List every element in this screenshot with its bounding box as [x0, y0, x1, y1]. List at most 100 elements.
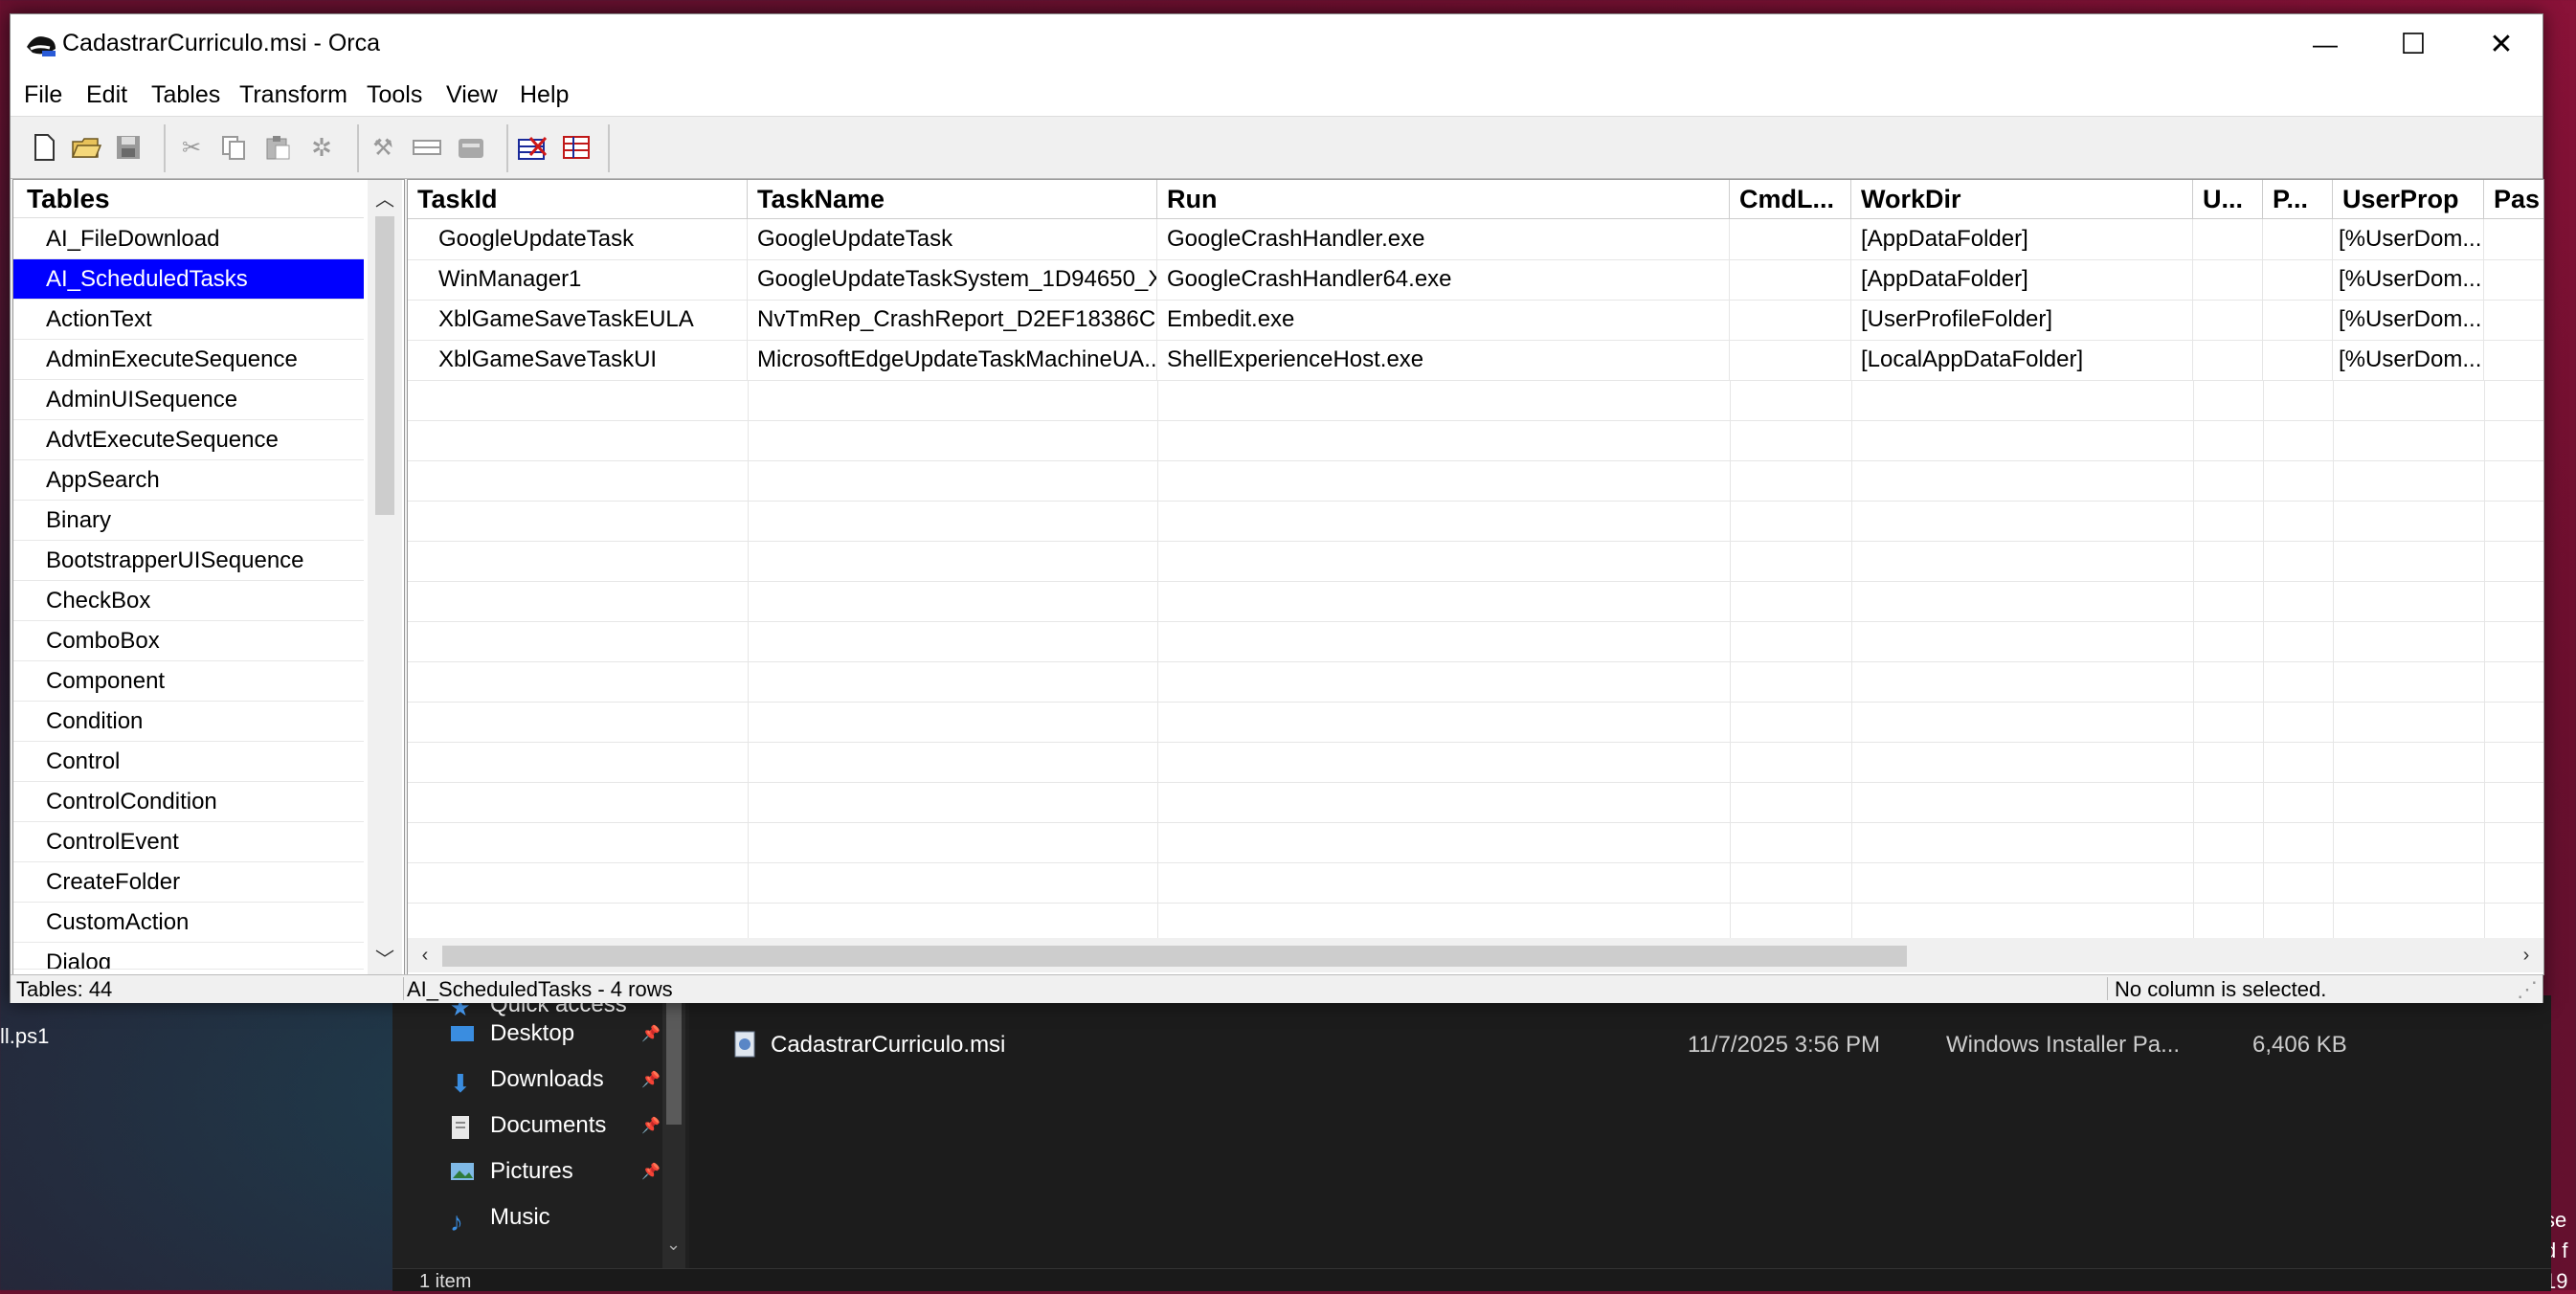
scroll-down-icon[interactable]: ﹀ [368, 940, 402, 974]
export-icon[interactable] [455, 132, 487, 163]
nav-item-music[interactable]: ♪ Music [450, 1198, 661, 1237]
desktop-file-label[interactable]: ll.ps1 [0, 1024, 49, 1049]
table-list-item[interactable]: CustomAction [13, 903, 364, 943]
delete-icon[interactable]: ✲ [305, 132, 338, 163]
maximize-button[interactable]: ☐ [2369, 14, 2457, 74]
table-list-item[interactable]: Condition [13, 702, 364, 742]
cell-taskname[interactable]: GoogleUpdateTaskSystem_1D94650_X... [748, 259, 1157, 300]
column-header-p[interactable]: P... [2263, 180, 2333, 218]
table-row[interactable]: XblGameSaveTaskUI MicrosoftEdgeUpdateTas… [408, 340, 2543, 381]
table-list-item[interactable]: Binary [13, 501, 364, 541]
tables-vertical-scrollbar[interactable]: ︿ ﹀ [368, 180, 402, 974]
column-header-cmdline[interactable]: CmdL... [1730, 180, 1851, 218]
cell-taskid[interactable]: WinManager1 [408, 259, 748, 300]
cell-taskid[interactable]: XblGameSaveTaskUI [408, 340, 748, 380]
column-header-userprop[interactable]: UserProp [2333, 180, 2484, 218]
cell-pas[interactable] [2484, 340, 2543, 380]
table-row[interactable]: XblGameSaveTaskEULA NvTmRep_CrashReport_… [408, 300, 2543, 341]
menu-tables[interactable]: Tables [151, 81, 220, 109]
new-file-icon[interactable] [28, 132, 60, 163]
table-list-item[interactable]: BootstrapperUISequence [13, 541, 364, 581]
table-list-item[interactable]: Dialog [13, 943, 364, 970]
table-list-item[interactable]: AdminUISequence [13, 380, 364, 420]
cell-run[interactable]: GoogleCrashHandler64.exe [1157, 259, 1730, 300]
cell-u[interactable] [2193, 340, 2263, 380]
cell-taskname[interactable]: MicrosoftEdgeUpdateTaskMachineUA... [748, 340, 1157, 380]
close-button[interactable]: ✕ [2457, 14, 2545, 74]
cell-taskid[interactable]: XblGameSaveTaskEULA [408, 300, 748, 340]
cell-cmdline[interactable] [1730, 219, 1851, 259]
cell-pas[interactable] [2484, 259, 2543, 300]
cell-workdir[interactable]: [UserProfileFolder] [1851, 300, 2193, 340]
menu-file[interactable]: File [24, 81, 62, 109]
table-list-item[interactable]: CheckBox [13, 581, 364, 621]
table-list-item-selected[interactable]: AI_ScheduledTasks [13, 259, 364, 300]
menu-edit[interactable]: Edit [86, 81, 127, 109]
cell-userprop[interactable]: [%UserDom... [2333, 259, 2484, 300]
table-list-item[interactable]: AI_FileDownload [13, 219, 364, 259]
table-list-item[interactable]: AppSearch [13, 460, 364, 501]
cell-cmdline[interactable] [1730, 259, 1851, 300]
column-header-taskid[interactable]: TaskId [408, 180, 748, 218]
cell-userprop[interactable]: [%UserDom... [2333, 340, 2484, 380]
cell-run[interactable]: GoogleCrashHandler.exe [1157, 219, 1730, 259]
drop-table-icon[interactable] [411, 132, 443, 163]
table-list-item[interactable]: ComboBox [13, 621, 364, 661]
cell-p[interactable] [2263, 219, 2333, 259]
nav-item-desktop[interactable]: Desktop 📌 [450, 1015, 661, 1053]
cell-pas[interactable] [2484, 219, 2543, 259]
cell-taskname[interactable]: GoogleUpdateTask [748, 219, 1157, 259]
nav-item-pictures[interactable]: Pictures 📌 [450, 1152, 661, 1191]
nav-item-downloads[interactable]: ⬇ Downloads 📌 [450, 1060, 661, 1099]
cell-pas[interactable] [2484, 300, 2543, 340]
transform-icon[interactable] [560, 132, 593, 163]
grid-horizontal-scrollbar[interactable]: ‹ › [408, 938, 2543, 972]
cell-userprop[interactable]: [%UserDom... [2333, 300, 2484, 340]
table-list-item[interactable]: AdvtExecuteSequence [13, 420, 364, 460]
copy-icon[interactable] [217, 132, 250, 163]
cell-run[interactable]: Embedit.exe [1157, 300, 1730, 340]
cell-workdir[interactable]: [LocalAppDataFolder] [1851, 340, 2193, 380]
open-folder-icon[interactable] [70, 132, 102, 163]
column-header-pas[interactable]: Pas [2484, 180, 2543, 218]
scrollbar-thumb[interactable] [442, 946, 1907, 967]
resize-grip-icon[interactable]: ⋰ [2517, 977, 2538, 1002]
menu-tools[interactable]: Tools [367, 81, 422, 109]
menu-help[interactable]: Help [520, 81, 569, 109]
table-list-item[interactable]: Component [13, 661, 364, 702]
scrollbar-thumb[interactable] [666, 995, 682, 1125]
menu-transform[interactable]: Transform [239, 81, 347, 109]
cell-p[interactable] [2263, 340, 2333, 380]
cell-p[interactable] [2263, 300, 2333, 340]
scroll-left-icon[interactable]: ‹ [408, 938, 442, 972]
table-row[interactable]: WinManager1 GoogleUpdateTaskSystem_1D946… [408, 259, 2543, 301]
cell-p[interactable] [2263, 259, 2333, 300]
cell-u[interactable] [2193, 219, 2263, 259]
table-row[interactable]: GoogleUpdateTask GoogleUpdateTask Google… [408, 219, 2543, 260]
scrollbar-thumb[interactable] [375, 216, 394, 515]
table-list-item[interactable]: AdminExecuteSequence [13, 340, 364, 380]
cell-u[interactable] [2193, 259, 2263, 300]
column-header-u[interactable]: U... [2193, 180, 2263, 218]
cell-run[interactable]: ShellExperienceHost.exe [1157, 340, 1730, 380]
file-list-item[interactable]: CadastrarCurriculo.msi 11/7/2025 3:56 PM… [732, 1026, 2551, 1064]
add-table-icon[interactable]: ⚒ [367, 132, 399, 163]
validate-icon[interactable] [516, 132, 549, 163]
cell-workdir[interactable]: [AppDataFolder] [1851, 259, 2193, 300]
column-header-run[interactable]: Run [1157, 180, 1730, 218]
cell-cmdline[interactable] [1730, 300, 1851, 340]
scroll-up-icon[interactable]: ︿ [368, 180, 402, 214]
column-header-taskname[interactable]: TaskName [748, 180, 1157, 218]
cell-u[interactable] [2193, 300, 2263, 340]
minimize-button[interactable]: — [2281, 14, 2369, 74]
explorer-nav-scrollbar[interactable] [662, 995, 685, 1268]
scroll-right-icon[interactable]: › [2509, 938, 2543, 972]
paste-icon[interactable] [261, 132, 294, 163]
cell-cmdline[interactable] [1730, 340, 1851, 380]
title-bar[interactable]: CadastrarCurriculo.msi - Orca — ☐ ✕ [11, 14, 2542, 74]
menu-view[interactable]: View [446, 81, 498, 109]
table-list-item[interactable]: ControlEvent [13, 822, 364, 862]
column-header-workdir[interactable]: WorkDir [1851, 180, 2193, 218]
cell-workdir[interactable]: [AppDataFolder] [1851, 219, 2193, 259]
cell-taskid[interactable]: GoogleUpdateTask [408, 219, 748, 259]
